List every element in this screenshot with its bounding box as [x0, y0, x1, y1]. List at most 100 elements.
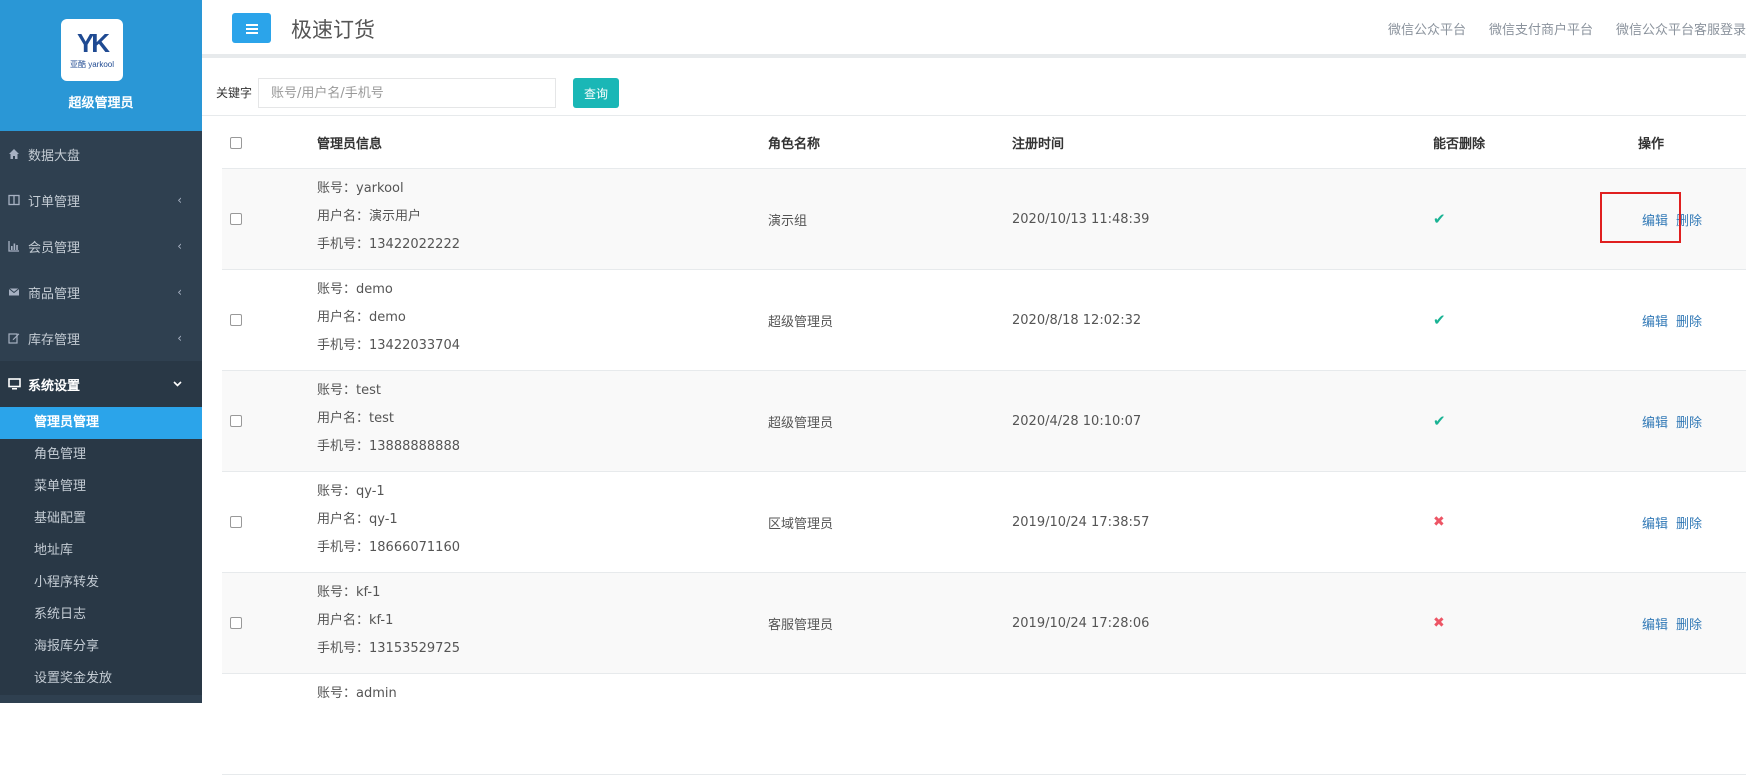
- logo-mark: YK: [76, 28, 110, 58]
- account-text: 账号：demo: [317, 282, 393, 297]
- account-text: 账号：kf-1: [317, 585, 381, 600]
- sidebar-item-orders[interactable]: 订单管理 ‹: [0, 177, 202, 223]
- admin-info: 账号：admin: [317, 680, 397, 708]
- sidebar-menu: 数据大盘 订单管理 ‹ 会员管理 ‹ 商品管理 ‹ 库存管理 ‹ 系统设置 管理…: [0, 131, 202, 695]
- sidebar-subitem-poster-share[interactable]: 海报库分享: [0, 631, 202, 663]
- keyword-search-input[interactable]: [258, 78, 556, 108]
- link-wechat-official-platform[interactable]: 微信公众平台: [1388, 19, 1466, 38]
- delete-link[interactable]: 删除: [1676, 311, 1702, 330]
- check-icon: ✔: [1433, 412, 1446, 430]
- home-icon: [7, 147, 21, 161]
- role-name: 超级管理员: [768, 415, 834, 431]
- column-header-info: 管理员信息: [317, 137, 383, 152]
- username-text: 用户名：test: [317, 411, 394, 426]
- page-title: 极速订货: [291, 18, 375, 42]
- role-name: 演示组: [768, 213, 808, 229]
- brand-logo[interactable]: YK 亚酷 yarkool: [61, 19, 123, 81]
- sidebar: YK 亚酷 yarkool 超级管理员 数据大盘 订单管理 ‹ 会员管理 ‹ 商…: [0, 0, 202, 703]
- username-text: 用户名：kf-1: [317, 613, 394, 628]
- register-time: 2020/4/28 10:10:07: [1012, 413, 1142, 429]
- link-wechat-pay-merchant[interactable]: 微信支付商户平台: [1489, 19, 1593, 38]
- role-name: 客服管理员: [768, 617, 834, 633]
- phone-text: 手机号：13153529725: [317, 641, 460, 656]
- sidebar-item-label: 库存管理: [28, 332, 81, 348]
- sidebar-subitem-menu-management[interactable]: 菜单管理: [0, 471, 202, 503]
- sidebar-item-label: 系统设置: [28, 378, 81, 394]
- bar-chart-icon: [7, 239, 21, 253]
- username-text: 用户名：qy-1: [317, 512, 398, 527]
- username-text: 用户名：demo: [317, 310, 406, 325]
- phone-text: 手机号：18666071160: [317, 540, 460, 555]
- row-checkbox[interactable]: [230, 415, 242, 427]
- row-checkbox[interactable]: [230, 213, 242, 225]
- register-time: 2019/10/24 17:38:57: [1012, 514, 1150, 530]
- desktop-icon: [7, 377, 21, 391]
- role-name: 超级管理员: [768, 314, 834, 330]
- register-time: 2019/10/24 17:28:06: [1012, 615, 1150, 631]
- link-wechat-customer-service-login[interactable]: 微信公众平台客服登录: [1616, 19, 1746, 38]
- admin-info: 账号：test 用户名：test 手机号：13888888888: [317, 377, 460, 461]
- admin-info: 账号：yarkool 用户名：演示用户 手机号：13422022222: [317, 175, 460, 259]
- chevron-left-icon: ‹: [177, 239, 182, 253]
- edit-link[interactable]: 编辑: [1642, 311, 1668, 330]
- sidebar-subitem-role-management[interactable]: 角色管理: [0, 439, 202, 471]
- admin-info: 账号：kf-1 用户名：kf-1 手机号：13153529725: [317, 579, 460, 663]
- chevron-left-icon: ‹: [177, 285, 182, 299]
- sidebar-subitem-admin-management[interactable]: 管理员管理: [0, 407, 202, 439]
- column-header-role: 角色名称: [768, 137, 821, 152]
- sidebar-item-dashboard[interactable]: 数据大盘: [0, 131, 202, 177]
- phone-text: 手机号：13422033704: [317, 338, 460, 353]
- table-row: 账号：qy-1 用户名：qy-1 手机号：18666071160 区域管理员 2…: [222, 472, 1746, 573]
- sidebar-subitem-miniprogram-share[interactable]: 小程序转发: [0, 567, 202, 599]
- check-icon: ✔: [1433, 210, 1446, 228]
- top-links: 微信公众平台 微信支付商户平台 微信公众平台客服登录: [1365, 19, 1746, 38]
- sidebar-subitem-bonus-settings[interactable]: 设置奖金发放: [0, 663, 202, 695]
- role-name: 区域管理员: [768, 516, 834, 532]
- account-text: 账号：test: [317, 383, 381, 398]
- logo-subtext: 亚酷 yarkool: [69, 60, 114, 69]
- account-text: 账号：qy-1: [317, 484, 385, 499]
- edit-link[interactable]: 编辑: [1642, 412, 1668, 431]
- delete-link[interactable]: 删除: [1676, 210, 1702, 229]
- sidebar-item-members[interactable]: 会员管理 ‹: [0, 223, 202, 269]
- sidebar-subitem-system-log[interactable]: 系统日志: [0, 599, 202, 631]
- check-icon: ✔: [1433, 311, 1446, 329]
- delete-link[interactable]: 删除: [1676, 412, 1702, 431]
- top-navbar: 极速订货 微信公众平台 微信支付商户平台 微信公众平台客服登录: [202, 0, 1746, 58]
- sidebar-toggle-button[interactable]: [232, 13, 271, 43]
- sidebar-item-products[interactable]: 商品管理 ‹: [0, 269, 202, 315]
- user-role-name: 超级管理员: [68, 96, 134, 111]
- sidebar-item-label: 订单管理: [28, 194, 81, 210]
- delete-link[interactable]: 删除: [1676, 513, 1702, 532]
- username-text: 用户名：演示用户: [317, 209, 422, 224]
- keyword-label: 关键字: [216, 86, 253, 100]
- brand-header: YK 亚酷 yarkool 超级管理员: [0, 0, 202, 131]
- edit-link[interactable]: 编辑: [1642, 210, 1668, 229]
- register-time: 2020/10/13 11:48:39: [1012, 211, 1150, 227]
- chevron-down-icon: [173, 361, 182, 407]
- sidebar-item-label: 数据大盘: [28, 148, 81, 164]
- delete-link[interactable]: 删除: [1676, 614, 1702, 633]
- admin-table: 管理员信息 角色名称 注册时间 能否删除 操作 账号：yarkool 用户名：演…: [222, 117, 1746, 775]
- chevron-left-icon: ‹: [177, 193, 182, 207]
- search-button[interactable]: 查询: [573, 78, 619, 108]
- sidebar-subitem-address-library[interactable]: 地址库: [0, 535, 202, 567]
- row-checkbox[interactable]: [230, 516, 242, 528]
- edit-link[interactable]: 编辑: [1642, 513, 1668, 532]
- select-all-checkbox[interactable]: [230, 136, 242, 149]
- admin-info: 账号：demo 用户名：demo 手机号：13422033704: [317, 276, 460, 360]
- sidebar-item-system-settings[interactable]: 系统设置: [0, 361, 202, 407]
- table-row: 账号：admin: [222, 674, 1746, 775]
- menu-icon: [245, 19, 258, 38]
- system-settings-submenu: 管理员管理 角色管理 菜单管理 基础配置 地址库 小程序转发 系统日志 海报库分…: [0, 407, 202, 695]
- account-text: 账号：yarkool: [317, 181, 404, 196]
- row-checkbox[interactable]: [230, 617, 242, 629]
- sidebar-item-inventory[interactable]: 库存管理 ‹: [0, 315, 202, 361]
- cross-icon: ✖: [1433, 514, 1445, 530]
- table-row: 账号：demo 用户名：demo 手机号：13422033704 超级管理员 2…: [222, 270, 1746, 371]
- edit-link[interactable]: 编辑: [1642, 614, 1668, 633]
- sidebar-subitem-basic-config[interactable]: 基础配置: [0, 503, 202, 535]
- admin-info: 账号：qy-1 用户名：qy-1 手机号：18666071160: [317, 478, 460, 562]
- columns-icon: [7, 193, 21, 207]
- row-checkbox[interactable]: [230, 314, 242, 326]
